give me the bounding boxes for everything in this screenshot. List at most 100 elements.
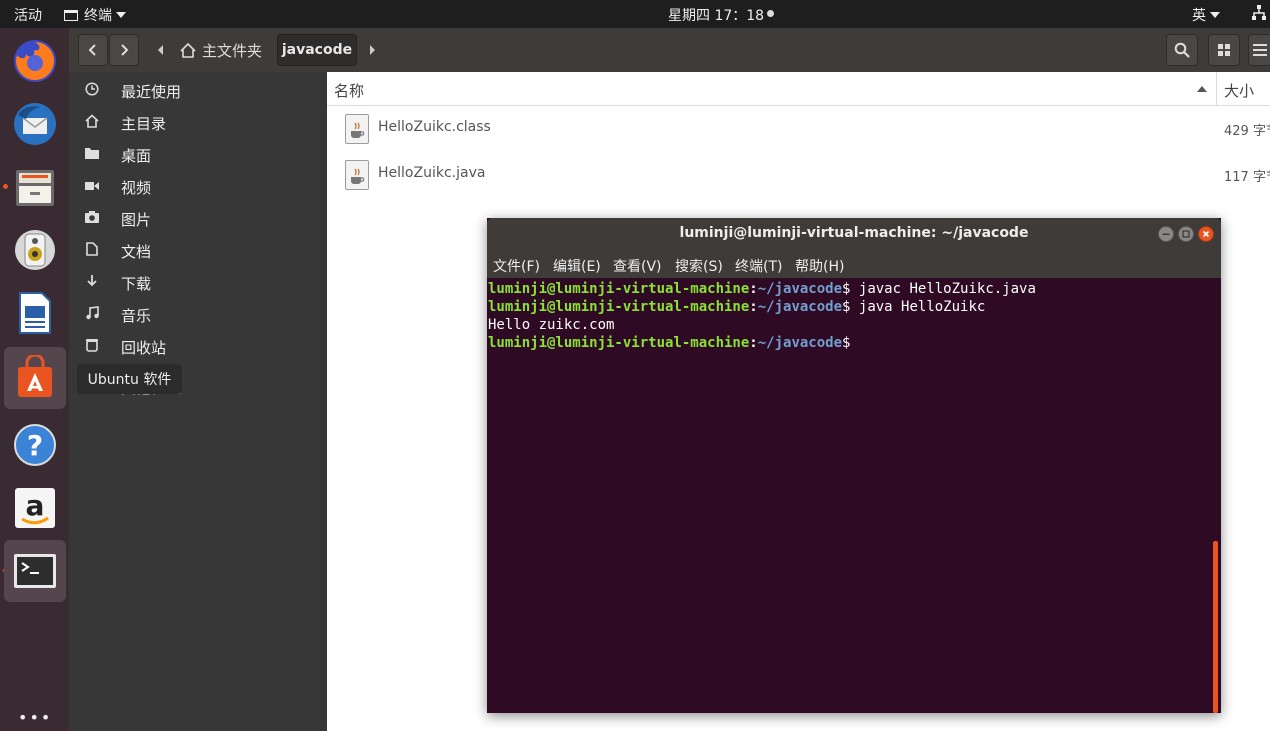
command-text: $ javac HelloZuikc.java (842, 281, 1036, 297)
trash-icon (69, 338, 109, 356)
path-home-button[interactable]: 主文件夹 (172, 34, 269, 66)
sidebar-item-recent[interactable]: 最近使用 (69, 75, 327, 107)
video-icon (69, 179, 109, 195)
prompt-separator: : (749, 335, 758, 351)
dock-rhythmbox[interactable] (4, 219, 66, 281)
minimize-button[interactable] (1158, 226, 1174, 242)
path-home-label: 主文件夹 (202, 41, 263, 60)
path-scroll-left-button[interactable] (152, 34, 170, 66)
menu-search[interactable]: 搜索(S) (675, 256, 723, 276)
prompt-path: ~/javacode (757, 335, 843, 351)
dock-files[interactable] (4, 156, 66, 218)
terminal-scrollbar[interactable] (1213, 541, 1218, 713)
sidebar-item-label: 回收站 (121, 338, 167, 357)
show-applications-icon[interactable]: ••• (18, 708, 52, 727)
network-icon[interactable] (1252, 4, 1266, 26)
terminal-output[interactable]: luminji@luminji-virtual-machine:~/javaco… (487, 278, 1221, 713)
prompt-path: ~/javacode (757, 281, 843, 297)
sidebar-item-videos[interactable]: 视频 (69, 171, 327, 203)
dock-tooltip: Ubuntu 软件 (77, 364, 182, 394)
command-text: $ (842, 335, 851, 351)
terminal-line: luminji@luminji-virtual-machine:~/javaco… (488, 298, 985, 316)
dock: ? a ••• (0, 28, 69, 731)
file-row[interactable]: HelloZuikc.java 117 字节 (327, 152, 1270, 198)
path-scroll-right-button[interactable] (363, 34, 381, 66)
sidebar-item-label: 最近使用 (121, 82, 182, 101)
prompt-separator: : (749, 281, 758, 297)
chevron-right-icon (121, 44, 129, 56)
sidebar-item-label: 下载 (121, 274, 152, 293)
sidebar-item-label: 音乐 (121, 306, 152, 325)
file-size: 117 字节 (1224, 170, 1270, 185)
music-icon (69, 306, 109, 324)
chevron-down-icon (116, 12, 126, 18)
menu-help[interactable]: 帮助(H) (795, 256, 844, 276)
libreoffice-writer-icon (12, 290, 58, 336)
maximize-button[interactable] (1178, 226, 1194, 242)
sidebar-item-label: 图片 (121, 210, 152, 229)
terminal-titlebar[interactable]: luminji@luminji-virtual-machine: ~/javac… (487, 218, 1221, 250)
sidebar-item-home[interactable]: 主目录 (69, 107, 327, 139)
folder-icon (69, 147, 109, 163)
sidebar-item-trash[interactable]: 回收站 (69, 331, 327, 363)
terminal-menubar: 文件(F) 编辑(E) 查看(V) 搜索(S) 终端(T) 帮助(H) (487, 250, 1221, 278)
path-current-button[interactable]: javacode (277, 34, 357, 66)
menu-button[interactable] (1248, 34, 1270, 66)
terminal-window: luminji@luminji-virtual-machine: ~/javac… (487, 218, 1221, 713)
dock-thunderbird[interactable] (4, 93, 66, 155)
terminal-line: luminji@luminji-virtual-machine:~/javaco… (488, 334, 850, 352)
app-menu-window-icon (64, 10, 78, 21)
menu-terminal[interactable]: 终端(T) (735, 256, 782, 276)
sidebar-item-music[interactable]: 音乐 (69, 299, 327, 331)
maximize-icon (1182, 230, 1190, 238)
caret-left-icon (158, 45, 163, 55)
notification-dot-icon (767, 10, 775, 17)
file-row[interactable]: HelloZuikc.class 429 字节 (327, 106, 1270, 152)
dock-help[interactable]: ? (4, 414, 66, 476)
chevron-left-icon (88, 44, 96, 56)
java-file-icon (345, 114, 369, 144)
sidebar-item-label: 视频 (121, 178, 152, 197)
sidebar-item-downloads[interactable]: 下载 (69, 267, 327, 299)
home-icon (69, 114, 109, 132)
menu-view[interactable]: 查看(V) (613, 256, 662, 276)
chevron-down-icon (1210, 12, 1220, 18)
places-sidebar: 最近使用 主目录 桌面 视频 图片 文档 下载 音乐 回收站 (69, 72, 327, 731)
forward-button[interactable] (109, 34, 139, 66)
dock-terminal[interactable] (4, 540, 66, 602)
path-current-label: javacode (281, 42, 353, 58)
activities-button[interactable]: 活动 (14, 5, 42, 25)
search-button[interactable] (1166, 34, 1198, 66)
column-size-header[interactable]: 大小 (1224, 80, 1254, 101)
dock-ubuntu-software[interactable] (4, 347, 66, 409)
minimize-icon (1162, 233, 1170, 235)
dock-firefox[interactable] (4, 30, 66, 92)
menu-file[interactable]: 文件(F) (493, 256, 540, 276)
sidebar-item-desktop[interactable]: 桌面 (69, 139, 327, 171)
app-menu[interactable]: 终端 (64, 5, 126, 25)
sort-ascending-icon[interactable] (1197, 86, 1207, 92)
clock[interactable]: 星期四 17：18 (668, 5, 775, 25)
hamburger-icon (1253, 44, 1267, 56)
prompt-user: luminji@luminji-virtual-machine (488, 299, 750, 315)
sidebar-item-label: 桌面 (121, 146, 152, 165)
column-divider (1216, 72, 1217, 106)
clock-label: 星期四 17：18 (668, 8, 765, 24)
ubuntu-software-icon (12, 355, 58, 401)
command-text: $ java HelloZuikc (842, 299, 986, 315)
sidebar-item-pictures[interactable]: 图片 (69, 203, 327, 235)
rhythmbox-icon (12, 227, 58, 273)
dock-amazon[interactable]: a (4, 477, 66, 539)
back-button[interactable] (78, 34, 108, 66)
input-method-menu[interactable]: 英 (1192, 5, 1220, 25)
sidebar-item-label: 主目录 (121, 114, 167, 133)
sidebar-item-label: 文档 (121, 242, 152, 261)
menu-edit[interactable]: 编辑(E) (553, 256, 601, 276)
view-grid-button[interactable] (1208, 34, 1240, 66)
column-name-header[interactable]: 名称 (334, 80, 364, 101)
help-icon: ? (12, 422, 58, 468)
prompt-path: ~/javacode (757, 299, 843, 315)
sidebar-item-documents[interactable]: 文档 (69, 235, 327, 267)
close-button[interactable] (1198, 226, 1214, 242)
dock-libreoffice-writer[interactable] (4, 282, 66, 344)
